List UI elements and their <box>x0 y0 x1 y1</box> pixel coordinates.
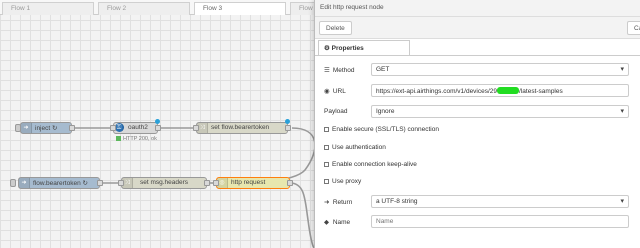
return-label: ➜ Return <box>324 199 353 206</box>
tab-properties[interactable]: ⚙ Properties <box>318 40 410 55</box>
return-select[interactable]: a UTF-8 string <box>371 195 629 208</box>
tag-icon: ◆ <box>324 219 329 226</box>
node-set-msg-headers-output-port[interactable] <box>204 180 210 186</box>
node-set-flow-bearertoken-output-port[interactable] <box>285 125 291 131</box>
node-set-flow-bearertoken[interactable]: ⤨ set flow.bearertoken <box>193 119 291 134</box>
ssl-checkbox[interactable] <box>324 127 329 132</box>
node-oauth2-label: oauth2 <box>128 124 148 131</box>
method-select[interactable]: GET <box>371 63 629 76</box>
node-flow-bearertoken-label: flow.bearertoken ↻ <box>33 180 88 187</box>
editor-title: Edit http request node <box>315 0 640 17</box>
node-set-flow-bearertoken-label: set flow.bearertoken <box>211 124 270 131</box>
node-inject-output-port[interactable] <box>69 125 75 131</box>
node-http-request[interactable]: ◎ http request <box>213 177 293 189</box>
proxy-checkbox[interactable] <box>324 179 329 184</box>
arrow-right-icon: ➜ <box>21 123 32 133</box>
redaction-mark <box>497 87 520 94</box>
tab-divider <box>315 55 640 56</box>
name-input[interactable] <box>371 215 629 228</box>
cancel-button[interactable]: Can <box>627 21 640 35</box>
node-flow-bearertoken[interactable]: ➜ flow.bearertoken ↻ <box>18 177 103 189</box>
status-ok-icon <box>116 136 121 141</box>
lock-icon: ⚿ <box>115 123 124 132</box>
name-label: ◆ Name <box>324 219 351 226</box>
list-icon: ☰ <box>324 67 330 74</box>
proxy-option[interactable]: Use proxy <box>324 178 361 185</box>
payload-label: Payload <box>324 108 348 115</box>
url-input[interactable]: https://ext-api.airthings.com/v1/devices… <box>371 84 629 97</box>
node-set-msg-headers-label: set msg.headers <box>140 179 189 186</box>
keepalive-option[interactable]: Enable connection keep-alive <box>324 161 417 168</box>
arrow-left-icon: ➜ <box>324 199 330 206</box>
wire-http-out <box>289 182 314 248</box>
ssl-option[interactable]: Enable secure (SSL/TLS) connection <box>324 126 439 133</box>
globe-icon: ◉ <box>324 88 330 95</box>
node-editor-tray: Edit http request node Delete Can ⚙ Prop… <box>314 0 640 248</box>
delete-button[interactable]: Delete <box>319 21 352 35</box>
inject-trigger-button[interactable] <box>10 179 16 187</box>
inject-trigger-button[interactable] <box>15 124 21 132</box>
method-label: ☰ Method <box>324 67 355 74</box>
node-oauth2-input-port[interactable] <box>110 125 116 131</box>
node-inject-label: inject ↻ <box>35 125 58 132</box>
arrow-right-icon: ➜ <box>19 178 30 188</box>
node-set-msg-headers-input-port[interactable] <box>118 180 124 186</box>
node-flow-bearertoken-output-port[interactable] <box>97 180 103 186</box>
changed-indicator <box>155 119 160 124</box>
node-http-request-output-port[interactable] <box>287 180 293 186</box>
node-oauth2-output-port[interactable] <box>155 125 161 131</box>
node-set-flow-bearertoken-input-port[interactable] <box>193 125 199 131</box>
node-oauth2[interactable]: ⚿ oauth2 <box>110 119 161 134</box>
node-http-request-input-port[interactable] <box>213 180 219 186</box>
auth-option[interactable]: Use authentication <box>324 144 386 151</box>
keepalive-checkbox[interactable] <box>324 162 329 167</box>
node-inject[interactable]: ➜ inject ↻ <box>20 122 75 134</box>
editor-toolbar: Delete Can <box>315 17 640 39</box>
node-http-request-label: http request <box>231 179 266 186</box>
auth-checkbox[interactable] <box>324 145 329 150</box>
payload-select[interactable]: Ignore <box>371 105 629 118</box>
url-label: ◉ URL <box>324 88 346 95</box>
wire-set-token-http <box>214 127 314 184</box>
node-oauth2-status: HTTP 200, ok <box>116 136 157 142</box>
gear-icon: ⚙ <box>324 45 330 52</box>
node-set-msg-headers[interactable]: ⤨ set msg.headers <box>118 177 210 189</box>
changed-indicator <box>285 119 290 124</box>
flow-workspace[interactable]: Flow 1 Flow 2 Flow 3 Flow ➜ inject ↻ ⚿ o… <box>0 0 320 248</box>
